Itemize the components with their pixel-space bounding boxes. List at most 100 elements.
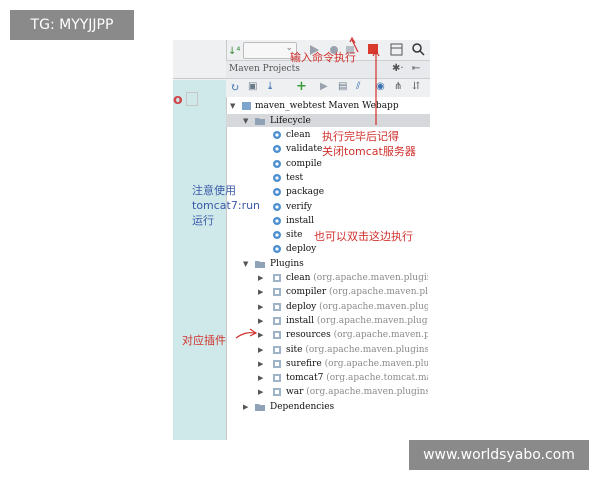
gear-icon [272, 187, 282, 197]
folder-icon [255, 402, 265, 412]
collapse-arrow-icon: ▶ [258, 316, 264, 325]
plugin-coordinates: (org.apache.maven.plugins:ma [324, 358, 428, 369]
lifecycle-item[interactable]: install [228, 214, 428, 228]
plugin-icon [272, 330, 282, 340]
collapse-arrow-icon: ▶ [258, 302, 264, 311]
run-config-combo[interactable]: ⌄ [243, 42, 297, 59]
plugin-item-label: resources (org.apache.maven.plugins:m [286, 328, 428, 342]
generate-sources-icon[interactable]: ▣ [248, 81, 257, 92]
download-icon[interactable]: ⤓ [266, 81, 274, 92]
gear-icon [272, 244, 282, 254]
plugin-name: compiler [286, 287, 327, 298]
plugin-item[interactable]: ▶ tomcat7 (org.apache.tomcat.maven:tom [228, 371, 428, 385]
plugin-coordinates: (org.apache.maven.plugins:mav [316, 315, 428, 326]
plugin-icon [272, 273, 282, 283]
lifecycle-item-label: site [286, 230, 303, 241]
plugin-name: war [286, 387, 304, 398]
gear-icon [272, 159, 282, 169]
plugin-item[interactable]: ▶ war (org.apache.maven.plugins:maven- [228, 385, 428, 399]
collapse-arrow-icon: ▶ [258, 388, 264, 397]
plugin-item[interactable]: ▶ resources (org.apache.maven.plugins:m [228, 328, 428, 342]
expand-arrow-icon: ▼ [243, 260, 249, 268]
refresh-icon[interactable]: ↻ [230, 81, 239, 94]
collapse-arrow-icon: ▶ [258, 374, 264, 383]
plugin-item[interactable]: ▶ compiler (org.apache.maven.plugins:ma [228, 285, 428, 299]
dependencies-label: Dependencies [270, 402, 335, 412]
lifecycle-item[interactable]: deploy [228, 242, 428, 256]
lifecycle-item-label: install [286, 215, 315, 226]
folder-icon [255, 116, 265, 126]
plugin-item-label: clean (org.apache.maven.plugins:maven [286, 271, 428, 285]
collapse-arrow-icon: ▶ [258, 274, 264, 282]
skip-tests-icon[interactable]: ◉ [376, 81, 385, 92]
tree-node-plugins[interactable]: ▼ Plugins [228, 257, 428, 271]
toggle-offline-icon[interactable]: ⫽ [356, 81, 360, 92]
expand-arrow-icon: ▼ [230, 102, 236, 110]
plugins-label: Plugins [270, 259, 304, 269]
maven-toolbar: ↻ ▣ ⤓ + ▶ ▤ ⫽ ◉ ⋔ ⇵ [226, 79, 430, 98]
tree-node-lifecycle[interactable]: ▼ Lifecycle [228, 114, 428, 128]
plugin-item-label: surefire (org.apache.maven.plugins:ma [286, 357, 428, 371]
svg-text:↓⁴: ↓⁴ [228, 46, 240, 57]
collapse-icon[interactable]: ⇵ [412, 81, 420, 92]
lifecycle-item[interactable]: test [228, 171, 428, 185]
plugin-icon [272, 345, 282, 355]
plugin-coordinates: (org.apache.maven.plugins:mav [319, 301, 428, 312]
plugin-item-label: install (org.apache.maven.plugins:mav [286, 314, 428, 328]
plugin-name: site [286, 344, 303, 355]
lifecycle-item[interactable]: package [228, 185, 428, 199]
plugin-item-label: deploy (org.apache.maven.plugins:mav [286, 300, 428, 314]
plugin-item[interactable]: ▶ site (org.apache.maven.plugins:maven- [228, 343, 428, 357]
tree-node-dependencies[interactable]: ▶ Dependencies [228, 400, 428, 414]
collapse-arrow-icon: ▶ [258, 288, 264, 297]
plugin-icon [272, 373, 282, 383]
gear-icon [272, 216, 282, 226]
execute-icon[interactable]: ▶ [320, 81, 328, 92]
plugin-item-label: compiler (org.apache.maven.plugins:ma [286, 285, 428, 299]
plugin-item[interactable]: ▶ clean (org.apache.maven.plugins:maven [228, 271, 428, 285]
expand-arrow-icon: ▼ [243, 117, 249, 125]
collapse-arrow-icon: ▶ [258, 331, 264, 340]
editor-area [173, 80, 226, 440]
show-dependencies-icon[interactable]: ⋔ [394, 81, 402, 92]
plugin-coordinates: (org.apache.tomcat.maven:tom [326, 373, 428, 384]
editor-top-toolbar [173, 40, 226, 80]
gear-icon [272, 202, 282, 212]
lifecycle-item-label: deploy [286, 244, 317, 255]
plugin-item-label: war (org.apache.maven.plugins:maven- [286, 385, 428, 399]
lifecycle-item-label: verify [286, 201, 313, 212]
plugin-item-label: tomcat7 (org.apache.tomcat.maven:tom [286, 371, 428, 385]
plugin-name: deploy [286, 301, 317, 312]
tree-root[interactable]: ▼ maven_webtest Maven Webapp [228, 99, 428, 113]
sort-icon[interactable]: ↓⁴ [228, 43, 242, 57]
plugin-item[interactable]: ▶ install (org.apache.maven.plugins:mav [228, 314, 428, 328]
add-icon[interactable]: + [296, 79, 307, 94]
plugin-coordinates: (org.apache.maven.plugins:maven- [305, 344, 428, 355]
panel-title: Maven Projects [229, 64, 300, 74]
editor-checkbox [186, 92, 198, 106]
plugin-name: install [286, 315, 315, 326]
collapse-arrow-icon: ▶ [258, 359, 264, 368]
lifecycle-item-label: compile [286, 158, 322, 169]
execute-goal-icon[interactable]: ▤ [338, 81, 347, 92]
hide-icon[interactable]: ⇤ [412, 63, 420, 74]
maven-module-icon [242, 101, 252, 111]
lifecycle-item-label: test [286, 172, 304, 183]
annotation-plugins-note: 对应插件 [182, 334, 226, 347]
stop-icon[interactable] [368, 44, 378, 54]
watermark-top-left: TG: MYYJJPP [10, 10, 134, 40]
collapse-arrow-icon: ▶ [243, 403, 249, 411]
plugin-item[interactable]: ▶ surefire (org.apache.maven.plugins:ma [228, 357, 428, 371]
search-icon[interactable] [412, 43, 425, 56]
gear-icon [272, 173, 282, 183]
folder-icon [255, 259, 265, 269]
plugin-item[interactable]: ▶ deploy (org.apache.maven.plugins:mav [228, 300, 428, 314]
project-structure-icon[interactable] [390, 43, 403, 56]
settings-icon[interactable]: ✱· [392, 63, 404, 74]
plugin-name: tomcat7 [286, 373, 324, 384]
gear-icon [272, 130, 282, 140]
plugin-icon [272, 287, 282, 297]
annotation-close-tomcat-1: 执行完毕后记得 [322, 130, 399, 143]
gear-icon [272, 144, 282, 154]
annotation-close-tomcat-2: 关闭tomcat服务器 [322, 145, 416, 158]
